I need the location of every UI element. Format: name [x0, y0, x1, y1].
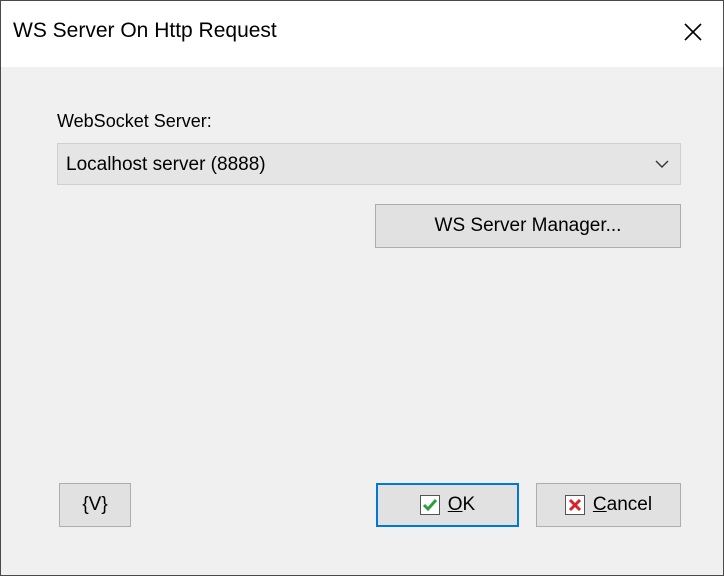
dialog-window: WS Server On Http Request WebSocket Serv… — [0, 0, 724, 576]
websocket-server-label: WebSocket Server: — [57, 111, 212, 131]
cross-icon — [564, 495, 585, 515]
close-icon — [684, 23, 702, 41]
window-title: WS Server On Http Request — [13, 19, 277, 42]
cancel-button[interactable]: Cancel — [536, 483, 681, 527]
checkmark-icon — [419, 495, 440, 515]
cancel-button-label: Cancel — [592, 494, 653, 515]
variables-button[interactable]: {V} — [59, 483, 131, 527]
websocket-server-dropdown[interactable]: Localhost server (8888) — [57, 143, 681, 185]
ws-server-manager-button[interactable]: WS Server Manager... — [375, 204, 681, 248]
title-bar: WS Server On Http Request — [1, 1, 723, 67]
variables-button-label: {V} — [82, 494, 108, 515]
chevron-down-icon — [655, 160, 669, 168]
ok-button[interactable]: OK — [376, 483, 519, 527]
close-button[interactable] — [663, 1, 723, 63]
dropdown-selected-value: Localhost server (8888) — [66, 154, 266, 175]
ok-button-label: OK — [447, 494, 476, 515]
ws-server-manager-label: WS Server Manager... — [434, 215, 622, 236]
